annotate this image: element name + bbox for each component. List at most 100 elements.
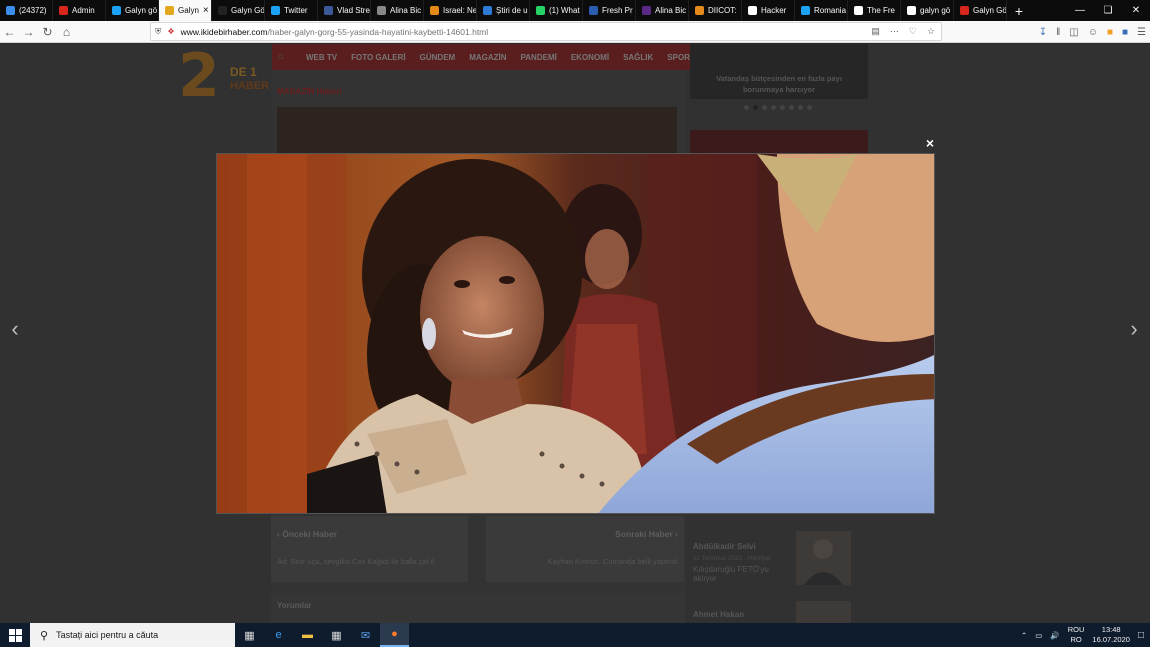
download-icon[interactable]: ↧: [1039, 27, 1047, 38]
notifications-icon[interactable]: □: [1138, 630, 1144, 641]
slider-dot[interactable]: [771, 105, 776, 110]
lightbox-prev-arrow-icon[interactable]: ‹: [3, 304, 27, 354]
home-menu-icon[interactable]: ⌂: [278, 51, 292, 63]
edge-icon[interactable]: e: [264, 623, 293, 647]
browser-tab[interactable]: DIICOT:: [689, 0, 742, 21]
clock[interactable]: 13:48 16.07.2020: [1092, 625, 1130, 645]
browser-tab[interactable]: Twitter: [265, 0, 318, 21]
lightbox-image[interactable]: [216, 153, 935, 514]
close-window-icon[interactable]: ✕: [1122, 0, 1150, 21]
slider-dot[interactable]: [789, 105, 794, 110]
tray-chevron-icon[interactable]: ⌃: [1021, 631, 1027, 640]
menu-item[interactable]: GÜNDEM: [420, 53, 456, 62]
browser-tab[interactable]: Alina Bic: [371, 0, 424, 21]
browser-tab[interactable]: Israel: Ne: [424, 0, 477, 21]
browser-tab[interactable]: Galyn gö: [106, 0, 159, 21]
back-icon[interactable]: ←: [0, 22, 19, 42]
lightbox-close-icon[interactable]: ×: [922, 135, 938, 151]
browser-tab[interactable]: The Fre: [848, 0, 901, 21]
browser-tab[interactable]: (1) What: [530, 0, 583, 21]
slider-dot[interactable]: [798, 105, 803, 110]
author-card[interactable]: Abdülkadir Selvi 11 Temmuz 2020 · Hürriy…: [693, 542, 793, 583]
browser-tab[interactable]: Galyn ×: [159, 0, 212, 21]
menu-item[interactable]: SPOR: [667, 53, 690, 62]
url-path: /haber-galyn-gorg-55-yasinda-hayatini-ka…: [267, 26, 489, 37]
menu-item[interactable]: SAĞLIK: [623, 53, 653, 62]
firefox-icon[interactable]: ●: [380, 623, 409, 647]
new-tab-button[interactable]: +: [1007, 0, 1031, 21]
page-actions-icon[interactable]: ⋯: [890, 26, 899, 37]
library-icon[interactable]: ‖: [1056, 27, 1060, 38]
lightbox-next-arrow-icon[interactable]: ›: [1122, 304, 1146, 354]
next-article-card[interactable]: Sonraki Haber › Kayhan Kırmızı, Cumanda …: [486, 516, 684, 582]
sidebar-box[interactable]: [690, 130, 868, 154]
slider-dot[interactable]: [762, 105, 767, 110]
menu-item[interactable]: FOTO GALERİ: [351, 53, 406, 62]
minimize-icon[interactable]: —: [1066, 0, 1094, 21]
site-logo[interactable]: 2 DE 1 HABER: [178, 44, 269, 111]
browser-tab[interactable]: Fresh Pr: [583, 0, 636, 21]
next-article-label: Sonraki Haber ›: [615, 529, 678, 539]
windows-logo-icon: [8, 628, 22, 642]
author-headline[interactable]: Kılıçdaroğlu FETÖ'yu aklıyor: [693, 565, 793, 583]
search-icon: ⚲: [40, 629, 49, 642]
reader-view-icon[interactable]: ▤: [871, 26, 880, 37]
taskbar-search[interactable]: ⚲ Tastați aici pentru a căuta: [30, 623, 235, 647]
author-photo[interactable]: [796, 601, 851, 623]
account-icon[interactable]: ☺: [1088, 27, 1098, 38]
menu-item[interactable]: PANDEMİ: [521, 53, 557, 62]
slider-dot[interactable]: [744, 105, 749, 110]
browser-tab[interactable]: Hacker: [742, 0, 795, 21]
address-bar[interactable]: ⛨ ❖ www.ikidebirhaber.com/haber-galyn-go…: [150, 22, 942, 41]
tab-favicon-icon: [6, 6, 15, 15]
author-name: Abdülkadir Selvi: [693, 542, 756, 551]
pocket-icon[interactable]: ♡: [909, 26, 917, 37]
bookmark-star-icon[interactable]: ☆: [927, 26, 935, 37]
slider-dot-active[interactable]: [753, 105, 758, 110]
browser-tab[interactable]: Admin: [53, 0, 106, 21]
forward-icon[interactable]: →: [19, 22, 38, 42]
tab-label: Admin: [72, 6, 95, 15]
tab-label: Știri de u: [496, 6, 528, 15]
sidebar-banner[interactable]: Vatandaş bütçesinden en fazla payı borun…: [690, 44, 868, 99]
volume-icon[interactable]: 🔊: [1050, 631, 1059, 640]
author-card[interactable]: Ahmet Hakan: [693, 610, 744, 623]
store-icon[interactable]: ▦: [322, 623, 351, 647]
file-explorer-icon[interactable]: ▬: [293, 623, 322, 647]
author-photo[interactable]: [796, 531, 851, 585]
shield-icon[interactable]: ⛨: [155, 26, 161, 37]
prev-article-card[interactable]: ‹ Önceki Haber Ad: Sinir uçu, sevgilisi …: [271, 516, 468, 582]
site-favicon-icon: ❖: [167, 27, 175, 36]
browser-tab[interactable]: Alina Bic: [636, 0, 689, 21]
extension-orange-icon[interactable]: ■: [1107, 27, 1113, 38]
tab-close-icon[interactable]: ×: [203, 5, 209, 16]
article-image[interactable]: [277, 107, 677, 153]
menu-item[interactable]: MAGAZİN: [469, 53, 506, 62]
browser-tab[interactable]: galyn gö: [901, 0, 954, 21]
menu-item[interactable]: EKONOMİ: [571, 53, 609, 62]
browser-tab[interactable]: Galyn Gö: [212, 0, 265, 21]
tab-favicon-icon: [854, 6, 863, 15]
logo-number: 2: [178, 44, 220, 111]
browser-tab[interactable]: (24372): [0, 0, 53, 21]
browser-tab[interactable]: Vlad Stre: [318, 0, 371, 21]
start-button[interactable]: [0, 623, 30, 647]
browser-tab[interactable]: Romania: [795, 0, 848, 21]
reload-icon[interactable]: ↻: [38, 22, 57, 42]
task-view-icon[interactable]: ▦: [235, 623, 264, 647]
menu-item[interactable]: WEB TV: [306, 53, 337, 62]
home-icon[interactable]: ⌂: [57, 22, 76, 42]
browser-tab[interactable]: Știri de u: [477, 0, 530, 21]
menu-icon[interactable]: ☰: [1137, 27, 1146, 38]
language-indicator[interactable]: ROU RO: [1068, 625, 1085, 645]
slider-dot[interactable]: [807, 105, 812, 110]
browser-tab[interactable]: Galyn Gö: [954, 0, 1007, 21]
sidebar-icon[interactable]: ◫: [1069, 27, 1078, 38]
slider-dot[interactable]: [780, 105, 785, 110]
network-icon[interactable]: ▭: [1035, 631, 1042, 640]
restore-icon[interactable]: ❏: [1094, 0, 1122, 21]
mail-icon[interactable]: ✉: [351, 623, 380, 647]
tab-label: Galyn Gö: [973, 6, 1007, 15]
extension-blue-icon[interactable]: ■: [1122, 27, 1128, 38]
tab-favicon-icon: [589, 6, 598, 15]
